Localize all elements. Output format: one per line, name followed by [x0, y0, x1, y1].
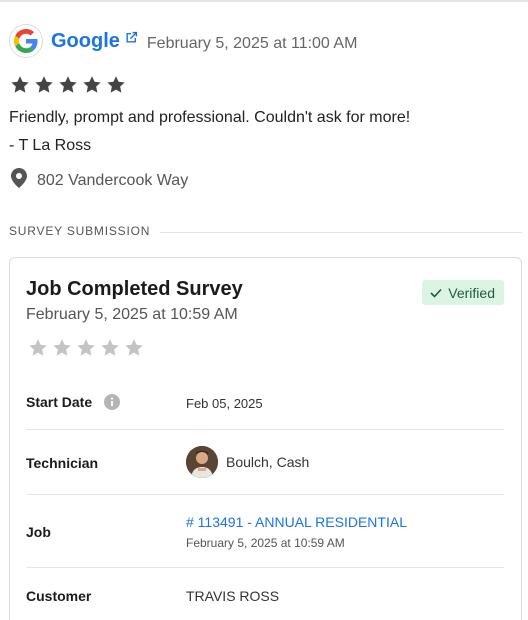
customer-name: TRAVIS ROSS: [186, 588, 280, 604]
review-text: Friendly, prompt and professional. Could…: [9, 109, 411, 126]
star-icon: [58, 75, 78, 95]
customer-label: Customer: [26, 588, 92, 604]
customer-row: Customer TRAVIS ROSS: [26, 586, 504, 608]
job-label: Job: [26, 524, 51, 540]
review-author: - T La Ross: [9, 137, 92, 154]
row-divider: [26, 567, 504, 568]
job-row: Job # 113491 - ANNUAL RESIDENTIAL Februa…: [26, 512, 504, 552]
start-date-label-wrap: Start Date: [26, 394, 121, 411]
start-date-value: Feb 05, 2025: [186, 396, 263, 411]
external-link-icon[interactable]: [125, 31, 138, 44]
review-date: February 5, 2025 at 11:00 AM: [146, 35, 358, 52]
star-icon: [106, 75, 126, 95]
survey-rating: [28, 338, 144, 358]
survey-title: Job Completed Survey: [26, 278, 243, 300]
verified-badge: Verified: [422, 280, 504, 305]
map-pin-icon: [11, 168, 27, 193]
job-date: February 5, 2025 at 10:59 AM: [186, 536, 345, 550]
star-icon: [124, 338, 144, 358]
technician-label: Technician: [26, 455, 99, 471]
google-g-icon: [9, 24, 43, 58]
job-link[interactable]: # 113491 - ANNUAL RESIDENTIAL: [186, 514, 407, 530]
star-icon: [100, 338, 120, 358]
checkmark-icon: [430, 288, 442, 298]
review-address: 802 Vandercook Way: [37, 171, 189, 189]
technician-row: Technician Boulch, Cash: [26, 445, 504, 479]
start-date-label: Start Date: [26, 394, 93, 410]
review-rating: [10, 75, 126, 95]
section-label: SURVEY SUBMISSION: [9, 224, 151, 238]
google-source-link[interactable]: Google: [51, 30, 138, 53]
star-icon: [76, 338, 96, 358]
star-icon: [28, 338, 48, 358]
verified-label: Verified: [448, 284, 495, 301]
technician-avatar: [186, 446, 218, 478]
info-circle-icon[interactable]: [104, 394, 121, 411]
technician-name: Boulch, Cash: [226, 454, 310, 470]
source-name[interactable]: Google: [51, 30, 120, 53]
star-icon: [52, 338, 72, 358]
top-divider: [0, 0, 528, 2]
review-location: 802 Vandercook Way: [11, 168, 188, 193]
star-icon: [82, 75, 102, 95]
star-icon: [34, 75, 54, 95]
survey-date: February 5, 2025 at 10:59 AM: [26, 306, 238, 323]
start-date-row: Start Date Feb 05, 2025: [26, 392, 504, 414]
survey-card: Job Completed Survey February 5, 2025 at…: [9, 257, 522, 620]
star-icon: [10, 75, 30, 95]
row-divider: [26, 429, 504, 430]
section-divider: [160, 232, 522, 233]
review-header: Google February 5, 2025 at 11:00 AM: [9, 24, 357, 58]
row-divider: [26, 494, 504, 495]
